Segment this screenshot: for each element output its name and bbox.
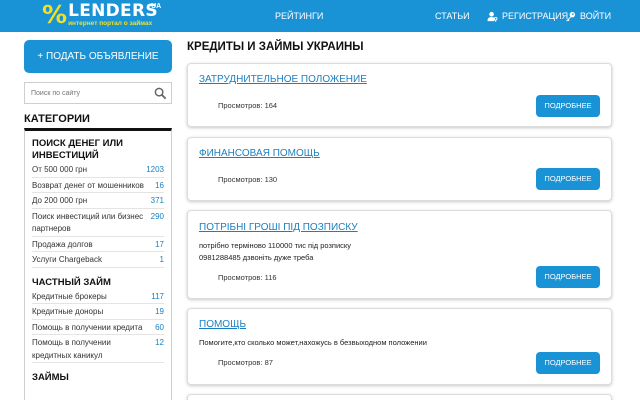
listing-card: ЗАТРУДНИТЕЛЬНОЕ ПОЛОЖЕНИЕ Просмотров: 16… xyxy=(187,63,612,127)
search-box xyxy=(24,82,172,104)
category-item-count: 371 xyxy=(150,196,164,205)
listing-views: Просмотров: 130 xyxy=(218,175,277,184)
logo-name: LENDERS xyxy=(68,1,158,21)
more-button[interactable]: ПОДРОБНЕЕ xyxy=(536,168,600,190)
nav-ratings-link[interactable]: РЕЙТИНГИ xyxy=(275,0,323,32)
listing-title-link[interactable]: ЗАТРУДНИТЕЛЬНОЕ ПОЛОЖЕНИЕ xyxy=(199,74,367,85)
category-item[interactable]: Помощь в получении кредита 60 xyxy=(32,320,164,335)
listing-card: ПОМОЩЬ Помогите,кто сколько может,нахожу… xyxy=(187,308,612,385)
categories-heading: КАТЕГОРИИ xyxy=(24,113,90,125)
nav-register-link[interactable]: РЕГИСТРАЦИЯ xyxy=(487,0,568,32)
nav-login-link[interactable]: ВОЙТИ xyxy=(565,0,611,32)
logo-tagline: интернет портал о займах xyxy=(68,20,153,27)
listing-title-link[interactable]: ПОМОЩЬ xyxy=(199,319,246,330)
category-item-count: 17 xyxy=(155,239,164,249)
nav-register-label: РЕГИСТРАЦИЯ xyxy=(502,11,569,21)
nav-articles-link[interactable]: СТАТЬИ xyxy=(435,0,470,32)
logo-percent-symbol: % xyxy=(42,0,68,29)
category-item[interactable]: Поиск инвестиций или бизнес партнеров 29… xyxy=(32,209,164,237)
category-item-count: 60 xyxy=(155,322,164,332)
category-item[interactable]: Услуги Chargeback 1 xyxy=(32,252,164,268)
category-item-label: Возврат денег от мошенников xyxy=(32,180,144,190)
category-item[interactable]: Кредитные брокеры 117 xyxy=(32,291,164,304)
nav-login-label: ВОЙТИ xyxy=(580,11,612,21)
site-logo[interactable]: % LENDERS UA интернет портал о займах xyxy=(42,0,162,30)
views-label: Просмотров: xyxy=(218,273,263,282)
category-item-label: Продажа долгов xyxy=(32,239,93,249)
listing-views: Просмотров: 87 xyxy=(218,358,273,367)
post-ad-button[interactable]: + ПОДАТЬ ОБЪЯВЛЕНИЕ xyxy=(24,40,172,73)
listing-title-link[interactable]: ПОТРІБНІ ГРОШІ ПІД ПОЗПИСКУ xyxy=(199,222,358,233)
category-item[interactable]: Продажа долгов 17 xyxy=(32,237,164,252)
category-item-count: 290 xyxy=(150,211,164,221)
views-count: 130 xyxy=(264,175,278,184)
top-header: % LENDERS UA интернет портал о займах РЕ… xyxy=(0,0,640,32)
views-count: 87 xyxy=(264,358,273,367)
category-item-count: 1 xyxy=(159,255,164,264)
more-button[interactable]: ПОДРОБНЕЕ xyxy=(536,95,600,117)
category-item[interactable]: От 500 000 грн 1203 xyxy=(32,164,164,178)
category-group-title: ПОИСК ДЕНЕГ ИЛИ ИНВЕСТИЦИЙ xyxy=(32,138,123,161)
category-item-label: Услуги Chargeback xyxy=(32,255,102,264)
key-icon xyxy=(565,11,576,22)
more-button[interactable]: ПОДРОБНЕЕ xyxy=(536,266,600,288)
category-item-count: 1203 xyxy=(146,165,164,174)
listing-views: Просмотров: 116 xyxy=(218,273,277,282)
views-label: Просмотров: xyxy=(218,101,263,110)
search-input[interactable] xyxy=(25,83,145,103)
category-item-label: Поиск инвестиций или бизнес партнеров xyxy=(32,211,144,234)
user-key-icon xyxy=(487,11,498,22)
category-item[interactable]: Возврат денег от мошенников 16 xyxy=(32,178,164,193)
category-item[interactable]: Кредитные доноры 19 xyxy=(32,304,164,320)
category-item-label: Кредитные брокеры xyxy=(32,291,107,301)
category-item-label: От 500 000 грн xyxy=(32,165,88,174)
category-item[interactable]: До 200 000 грн 371 xyxy=(32,193,164,209)
listing-description: потрібно терміново 110000 тис під розпис… xyxy=(199,241,352,262)
views-label: Просмотров: xyxy=(218,175,263,184)
views-label: Просмотров: xyxy=(218,358,263,367)
category-item-count: 12 xyxy=(155,338,164,347)
category-item-count: 117 xyxy=(151,291,164,301)
category-item-label: Помощь в получении кредитных каникул xyxy=(32,338,111,360)
listing-card: ПОТРІБНІ ГРОШІ ПІД ПОЗПИСКУ потрібно тер… xyxy=(187,210,612,299)
listing-card xyxy=(187,394,612,400)
category-group-title: ЗАЙМЫ xyxy=(32,372,69,383)
logo-text: LENDERS UA интернет портал о займах xyxy=(68,1,162,28)
categories-list: ПОИСК ДЕНЕГ ИЛИ ИНВЕСТИЦИЙ От 500 000 гр… xyxy=(24,128,172,400)
views-count: 116 xyxy=(264,273,277,282)
listing-title-link[interactable]: ФИНАНСОВАЯ ПОМОЩЬ xyxy=(199,148,320,159)
category-item-count: 16 xyxy=(155,180,164,190)
more-button[interactable]: ПОДРОБНЕЕ xyxy=(536,352,600,374)
category-item-count: 19 xyxy=(155,307,164,316)
views-count: 164 xyxy=(264,101,278,110)
listing-description: Помогите,кто сколько может,нахожусь в бе… xyxy=(199,338,427,347)
category-item-label: Помощь в получении кредита xyxy=(32,322,143,332)
category-group-title: ЧАСТНЫЙ ЗАЙМ xyxy=(32,276,111,288)
category-item-label: До 200 000 грн xyxy=(32,196,88,205)
listing-card: ФИНАНСОВАЯ ПОМОЩЬ Просмотров: 130 ПОДРОБ… xyxy=(187,137,612,201)
category-item[interactable]: Помощь в получении кредитных каникул 12 xyxy=(32,335,164,363)
category-item-label: Кредитные доноры xyxy=(32,307,104,316)
listing-views: Просмотров: 164 xyxy=(218,101,277,110)
logo-tld: UA xyxy=(151,3,162,10)
page-title: КРЕДИТЫ И ЗАЙМЫ УКРАИНЫ xyxy=(187,41,364,53)
search-icon[interactable] xyxy=(154,87,167,105)
